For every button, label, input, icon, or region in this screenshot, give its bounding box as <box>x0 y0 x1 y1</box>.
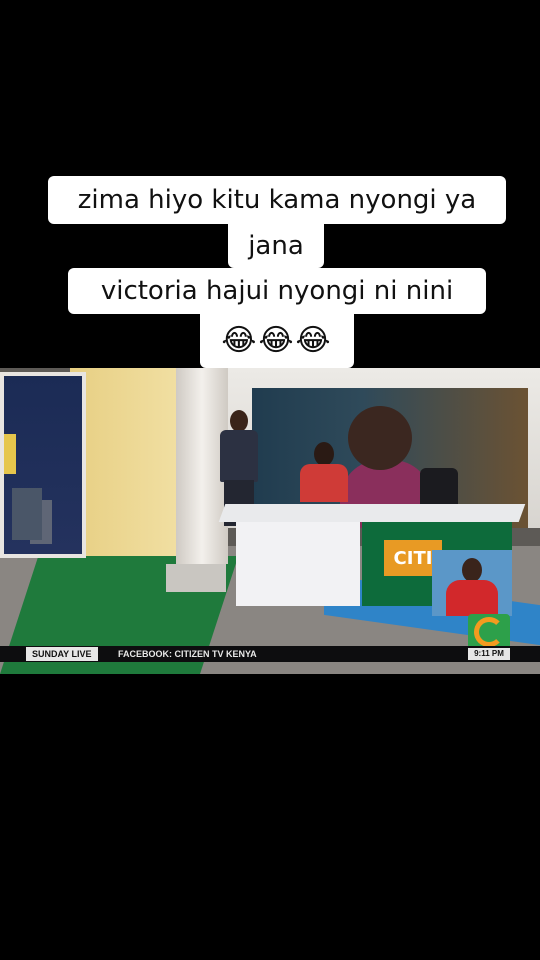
building-image <box>12 488 42 540</box>
video-frame[interactable]: CITI SUNDAY LIVE FACEBOOK: CITIZEN TV KE… <box>0 368 540 674</box>
caption-emoji: 😂😂😂 <box>200 314 354 368</box>
caption-line-1: zima hiyo kitu kama nyongi ya <box>48 176 506 224</box>
guest-on-screen-head <box>348 406 412 470</box>
citizen-logo-icon <box>468 614 510 650</box>
caption-line-2: jana <box>228 224 324 268</box>
ticker-text: FACEBOOK: CITIZEN TV KENYA <box>118 649 257 659</box>
presenter-seated <box>300 442 348 502</box>
news-desk-front <box>236 518 360 606</box>
show-label: SUNDAY LIVE <box>26 647 98 661</box>
left-studio-screen <box>0 372 86 558</box>
sign-language-interpreter <box>432 550 512 616</box>
news-desk-top <box>218 504 526 522</box>
pillar-base <box>166 564 226 592</box>
caption-line-3: victoria hajui nyongi ni nini <box>68 268 486 314</box>
yellow-wall <box>70 368 178 556</box>
broadcast-time: 9:11 PM <box>468 648 510 660</box>
